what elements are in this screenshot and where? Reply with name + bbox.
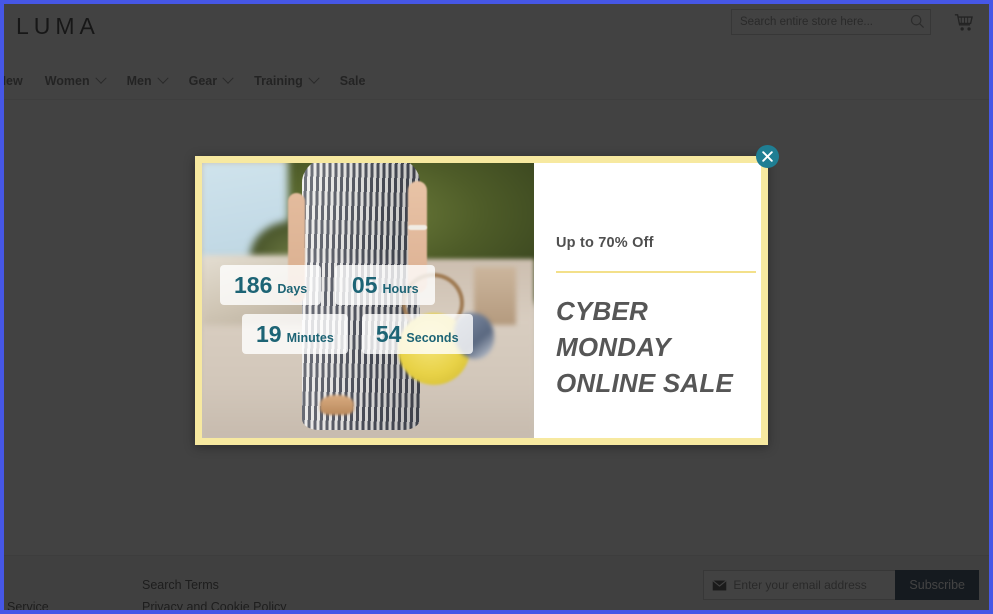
promo-copy: Up to 70% Off CYBER MONDAY ONLINE SALE	[534, 163, 761, 438]
photo-sandal	[320, 395, 354, 415]
countdown-seconds-label: Seconds	[406, 331, 459, 345]
countdown-days-value: 186	[234, 272, 273, 298]
countdown-minutes-label: Minutes	[286, 331, 334, 345]
close-icon	[762, 151, 773, 162]
browser-window: LUMA New	[0, 0, 993, 614]
countdown-minutes-value: 19	[256, 321, 282, 347]
countdown-hours-label: Hours	[382, 282, 419, 296]
countdown-hours-value: 05	[351, 272, 378, 298]
promo-title: CYBER MONDAY ONLINE SALE	[556, 296, 733, 398]
photo-bracelet	[408, 225, 427, 230]
countdown-seconds: 54 Seconds	[361, 314, 473, 354]
countdown-days-label: Days	[277, 282, 308, 296]
countdown-hours: 05 Hours	[335, 265, 436, 305]
cyber-monday-promo-modal: 186 Days 05 Hours 19 Minutes 54 Seconds	[195, 145, 779, 445]
promo-subtitle: Up to 70% Off	[556, 235, 654, 251]
countdown-days: 186 Days	[220, 265, 322, 305]
countdown-minutes: 19 Minutes	[242, 314, 348, 354]
countdown-seconds-value: 54	[375, 321, 402, 347]
promo-divider	[556, 271, 756, 273]
promo-image: 186 Days 05 Hours 19 Minutes 54 Seconds	[202, 163, 534, 438]
close-button[interactable]	[756, 145, 779, 168]
modal-inner: 186 Days 05 Hours 19 Minutes 54 Seconds	[202, 163, 761, 438]
countdown-timer: 186 Days 05 Hours 19 Minutes 54 Seconds	[220, 265, 520, 354]
